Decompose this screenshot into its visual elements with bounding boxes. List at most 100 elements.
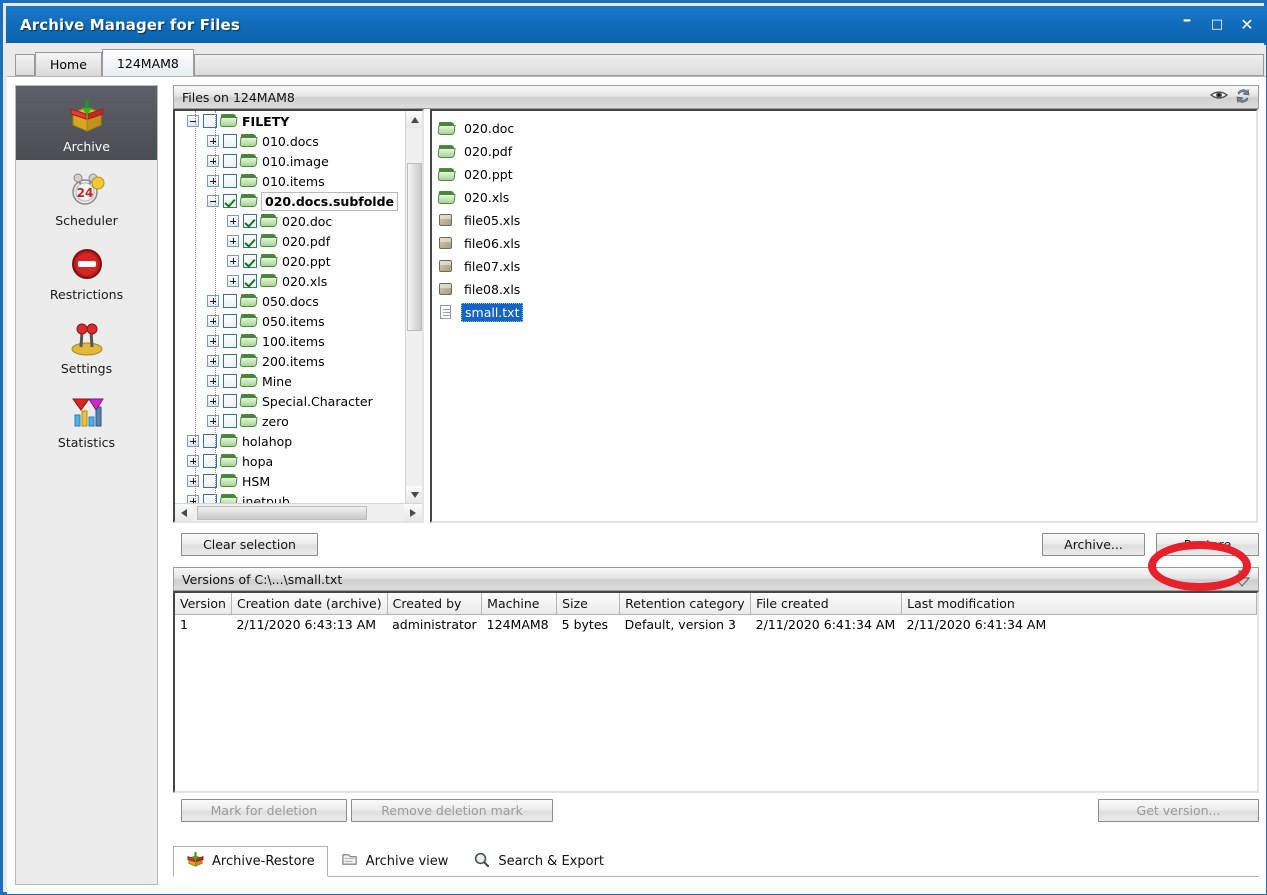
expand-icon[interactable] bbox=[207, 355, 219, 367]
tree-item-010-image[interactable]: 010.image bbox=[175, 151, 405, 171]
tree-item-050-items[interactable]: 050.items bbox=[175, 311, 405, 331]
checkbox[interactable] bbox=[243, 254, 257, 268]
expand-icon[interactable] bbox=[207, 135, 219, 147]
bottom-tab-archive-restore[interactable]: Archive-Restore bbox=[173, 846, 328, 877]
bottom-tab-search-export[interactable]: Search & Export bbox=[460, 846, 616, 876]
get-version-button[interactable]: Get version... bbox=[1098, 799, 1259, 822]
refresh-icon[interactable] bbox=[1234, 88, 1252, 104]
checkbox[interactable] bbox=[243, 234, 257, 248]
tree-item-050-docs[interactable]: 050.docs bbox=[175, 291, 405, 311]
checkbox[interactable] bbox=[223, 174, 237, 188]
tree-item-010-docs[interactable]: 010.docs bbox=[175, 131, 405, 151]
expand-icon[interactable] bbox=[207, 175, 219, 187]
list-item[interactable]: file06.xls bbox=[438, 232, 1256, 255]
column-header-last-modification[interactable]: Last modification bbox=[902, 593, 1257, 615]
tree-item-020-doc[interactable]: 020.doc bbox=[175, 211, 405, 231]
list-item[interactable]: 020.ppt bbox=[438, 163, 1256, 186]
sidebar-item-statistics[interactable]: Statistics bbox=[16, 382, 157, 456]
checkbox[interactable] bbox=[243, 274, 257, 288]
sidebar-item-archive[interactable]: Archive bbox=[16, 86, 157, 160]
column-header-retention-category[interactable]: Retention category bbox=[620, 593, 751, 615]
tree-item-holahop[interactable]: holahop bbox=[175, 431, 405, 451]
tree-scroll-thumb[interactable] bbox=[407, 163, 422, 331]
minimize-button[interactable]: – bbox=[1179, 12, 1195, 29]
expand-icon[interactable] bbox=[227, 255, 239, 267]
tree-item-020-ppt[interactable]: 020.ppt bbox=[175, 251, 405, 271]
expand-icon[interactable] bbox=[227, 215, 239, 227]
checkbox[interactable] bbox=[223, 334, 237, 348]
tree-item-020-docs-subfolde[interactable]: 020.docs.subfolde bbox=[175, 191, 405, 211]
tree-item-inetpub[interactable]: inetpub bbox=[175, 491, 405, 503]
tree-item-filety[interactable]: FILETY bbox=[175, 111, 405, 131]
column-header-file-created[interactable]: File created bbox=[751, 593, 902, 615]
checkbox[interactable] bbox=[243, 214, 257, 228]
archive-button[interactable]: Archive... bbox=[1042, 533, 1145, 556]
expand-icon[interactable] bbox=[187, 495, 199, 503]
remove-deletion-mark-button[interactable]: Remove deletion mark bbox=[351, 799, 553, 822]
file-list[interactable]: 020.doc020.pdf020.ppt020.xlsfile05.xlsfi… bbox=[430, 109, 1258, 523]
clear-selection-button[interactable]: Clear selection bbox=[181, 533, 318, 556]
scroll-up-button[interactable] bbox=[406, 111, 423, 128]
tree-item-hopa[interactable]: hopa bbox=[175, 451, 405, 471]
checkbox[interactable] bbox=[223, 414, 237, 428]
checkbox[interactable] bbox=[223, 314, 237, 328]
eye-icon[interactable] bbox=[1209, 88, 1227, 104]
expand-icon[interactable] bbox=[207, 155, 219, 167]
checkbox[interactable] bbox=[223, 134, 237, 148]
tree-vertical-scrollbar[interactable] bbox=[405, 111, 422, 503]
tree-item-010-items[interactable]: 010.items bbox=[175, 171, 405, 191]
expand-icon[interactable] bbox=[207, 315, 219, 327]
folder-tree[interactable]: FILETY010.docs010.image010.items020.docs… bbox=[173, 109, 424, 523]
column-header-created-by[interactable]: Created by bbox=[387, 593, 482, 615]
maximize-button[interactable]: □ bbox=[1209, 18, 1225, 31]
column-header-machine[interactable]: Machine bbox=[482, 593, 557, 615]
tree-item-special-character[interactable]: Special.Character bbox=[175, 391, 405, 411]
list-item[interactable]: file07.xls bbox=[438, 255, 1256, 278]
tree-item-mine[interactable]: Mine bbox=[175, 371, 405, 391]
expand-icon[interactable] bbox=[207, 395, 219, 407]
sidebar-item-scheduler[interactable]: 24 Scheduler bbox=[16, 160, 157, 234]
list-item[interactable]: file05.xls bbox=[438, 209, 1256, 232]
checkbox[interactable] bbox=[223, 354, 237, 368]
tab-124mam8[interactable]: 124MAM8 bbox=[102, 49, 194, 76]
expand-icon[interactable] bbox=[207, 295, 219, 307]
close-button[interactable]: ✕ bbox=[1239, 17, 1255, 33]
collapse-icon[interactable] bbox=[187, 115, 199, 127]
tree-item-020-pdf[interactable]: 020.pdf bbox=[175, 231, 405, 251]
sidebar-item-settings[interactable]: Settings bbox=[16, 308, 157, 382]
expand-icon[interactable] bbox=[227, 235, 239, 247]
scroll-right-button[interactable] bbox=[404, 504, 422, 521]
column-header-size[interactable]: Size bbox=[557, 593, 620, 615]
tree-horizontal-scrollbar[interactable] bbox=[175, 503, 422, 521]
tree-item-zero[interactable]: zero bbox=[175, 411, 405, 431]
expand-icon[interactable] bbox=[207, 335, 219, 347]
expand-icon[interactable] bbox=[187, 435, 199, 447]
expand-icon[interactable] bbox=[207, 415, 219, 427]
tree-hscroll-thumb[interactable] bbox=[197, 506, 367, 520]
expand-icon[interactable] bbox=[227, 275, 239, 287]
down-arrow-icon[interactable] bbox=[1234, 570, 1252, 586]
checkbox[interactable] bbox=[223, 374, 237, 388]
tree-item-hsm[interactable]: HSM bbox=[175, 471, 405, 491]
list-item[interactable]: file08.xls bbox=[438, 278, 1256, 301]
scroll-down-button[interactable] bbox=[406, 486, 423, 503]
list-item[interactable]: 020.xls bbox=[438, 186, 1256, 209]
checkbox[interactable] bbox=[223, 154, 237, 168]
list-item[interactable]: small.txt bbox=[438, 301, 1256, 324]
list-item[interactable]: 020.pdf bbox=[438, 140, 1256, 163]
tree-item-100-items[interactable]: 100.items bbox=[175, 331, 405, 351]
sidebar-item-restrictions[interactable]: Restrictions bbox=[16, 234, 157, 308]
expand-icon[interactable] bbox=[187, 475, 199, 487]
tree-item-020-xls[interactable]: 020.xls bbox=[175, 271, 405, 291]
table-row[interactable]: 1 2/11/2020 6:43:13 AM administrator 124… bbox=[175, 615, 1257, 635]
column-header-creation-date[interactable]: Creation date (archive) bbox=[231, 593, 387, 615]
checkbox[interactable] bbox=[223, 394, 237, 408]
column-header-version[interactable]: Version bbox=[175, 593, 231, 615]
mark-for-deletion-button[interactable]: Mark for deletion bbox=[181, 799, 347, 822]
tree-item-200-items[interactable]: 200.items bbox=[175, 351, 405, 371]
checkbox[interactable] bbox=[223, 294, 237, 308]
collapse-icon[interactable] bbox=[207, 195, 219, 207]
checkbox[interactable] bbox=[223, 194, 237, 208]
scroll-left-button[interactable] bbox=[175, 504, 193, 521]
bottom-tab-archive-view[interactable]: Archive view bbox=[328, 846, 461, 876]
